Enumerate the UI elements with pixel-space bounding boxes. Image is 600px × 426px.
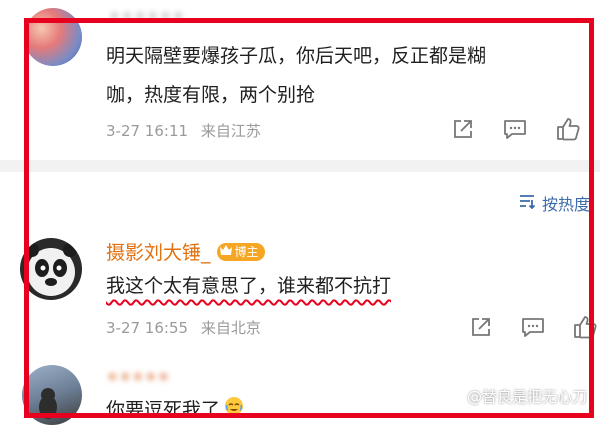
- highlight-frame: [24, 18, 594, 418]
- weibo-icon: [447, 388, 464, 406]
- watermark: @替良是把无心刀: [447, 386, 588, 407]
- watermark-text: @替良是把无心刀: [467, 388, 588, 406]
